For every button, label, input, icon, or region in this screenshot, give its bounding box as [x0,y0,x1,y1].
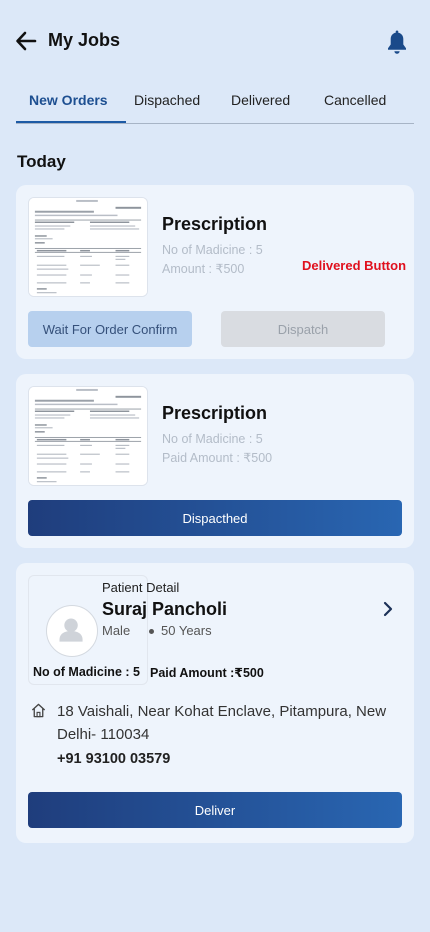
tab-delivered[interactable]: Delivered [231,92,290,108]
medicine-count: No of Madicine : 5 [162,243,263,257]
patient-order-card[interactable]: Patient Detail Suraj Pancholi Male 50 Ye… [16,563,414,843]
deliver-button[interactable]: Deliver [28,792,402,828]
avatar [46,605,98,657]
order-tabs: New Orders Dispached Delivered Cancelled [16,88,414,124]
delivered-button-annotation: Delivered Button [302,258,407,273]
medicine-count: No of Madicine : 5 [162,432,263,446]
tab-cancelled[interactable]: Cancelled [324,92,386,108]
active-tab-indicator [16,121,126,123]
patient-age: 50 Years [161,623,212,638]
prescription-title: Prescription [162,214,268,234]
order-amount: Amount : ₹500 [162,262,245,276]
paid-amount: Paid Amount :₹500 [150,666,264,680]
wait-for-order-confirm-button[interactable]: Wait For Order Confirm [28,311,192,347]
prescription-thumbnail[interactable] [28,386,148,486]
patient-phone: +91 93100 03579 [57,751,171,767]
bullet-dot [149,629,154,635]
patient-age-wrap: 50 Years [149,623,212,638]
prescription-thumbnail[interactable] [28,197,148,297]
dispatch-button[interactable]: Dispatch [221,311,385,347]
dispatched-button[interactable]: Dispacthed [28,500,402,536]
order-card[interactable]: Prescription No of Madicine : 5 Paid Amo… [16,374,414,548]
bell-icon[interactable] [386,30,408,56]
patient-gender: Male [102,623,131,638]
back-arrow-icon[interactable] [14,29,38,53]
app-header: My Jobs [0,0,430,80]
prescription-title: Prescription [162,403,268,423]
page-title: My Jobs [48,30,121,50]
section-title-today: Today [17,152,66,171]
patient-name: Suraj Pancholi [102,599,228,619]
tab-new-orders[interactable]: New Orders [29,92,108,108]
home-icon [30,702,47,719]
order-card[interactable]: Prescription No of Madicine : 5 Amount :… [16,185,414,359]
patient-detail-label: Patient Detail [102,580,180,595]
paid-amount: Paid Amount : ₹500 [162,451,273,465]
chevron-right-icon[interactable] [380,601,396,617]
medicine-count: No of Madicine : 5 [33,665,140,679]
tab-dispached[interactable]: Dispached [134,92,200,108]
delivery-address: 18 Vaishali, Near Kohat Enclave, Pitampu… [57,703,387,743]
